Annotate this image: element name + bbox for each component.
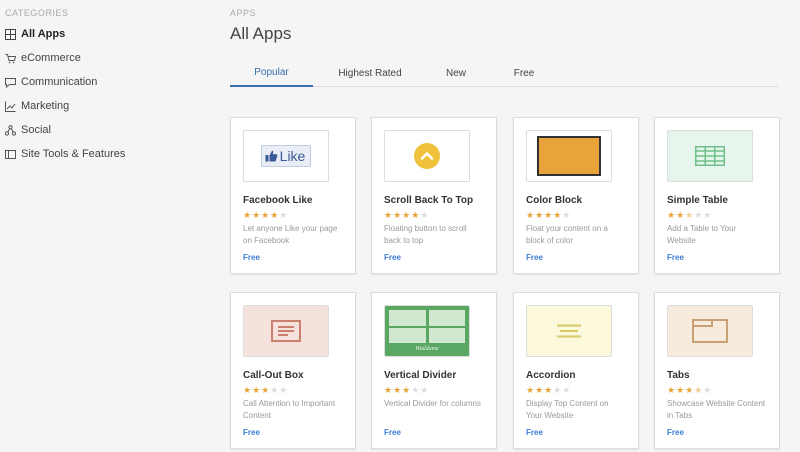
tab-popular[interactable]: Popular bbox=[230, 60, 313, 87]
app-card-accordion[interactable]: Accordion ★★★★★ Display Top Content on Y… bbox=[513, 292, 639, 449]
app-name: Vertical Divider bbox=[384, 370, 457, 381]
app-thumbnail: Like bbox=[243, 130, 329, 182]
cart-icon bbox=[5, 53, 16, 64]
share-icon bbox=[5, 124, 16, 136]
app-price: Free bbox=[243, 253, 260, 262]
app-name: Color Block bbox=[526, 195, 583, 206]
tabs-icon bbox=[692, 319, 728, 343]
grid-icon bbox=[5, 28, 16, 40]
app-name: Call-Out Box bbox=[243, 370, 304, 381]
tab-highest-rated[interactable]: Highest Rated bbox=[330, 60, 410, 87]
app-price: Free bbox=[526, 428, 543, 437]
rating-stars: ★★★★★ bbox=[243, 385, 289, 395]
rating-stars: ★★★★★ bbox=[526, 385, 572, 395]
app-name: Accordion bbox=[526, 370, 576, 381]
app-description: Add a Table to Your Website bbox=[667, 224, 737, 245]
app-price: Free bbox=[526, 253, 543, 262]
tab-new[interactable]: New bbox=[435, 60, 477, 87]
app-price: Free bbox=[384, 253, 401, 262]
app-card-vertical-divider[interactable]: Waddame Vertical Divider ★★★★★ Vertical … bbox=[371, 292, 497, 449]
rating-stars: ★★★★★ bbox=[667, 385, 713, 395]
app-thumbnail: Waddame bbox=[384, 305, 470, 357]
scroll-top-icon bbox=[414, 143, 440, 169]
app-description: Vertical Divider for columns bbox=[384, 399, 481, 408]
app-thumbnail bbox=[526, 305, 612, 357]
sidebar: CATEGORIES All Apps eCommerce Communicat… bbox=[0, 0, 205, 452]
sidebar-item-site-tools[interactable]: Site Tools & Features bbox=[5, 144, 125, 164]
app-card-simple-table[interactable]: Simple Table ★★★★★ Add a Table to Your W… bbox=[654, 117, 780, 274]
app-price: Free bbox=[243, 428, 260, 437]
app-thumbnail bbox=[526, 130, 612, 182]
app-card-facebook-like[interactable]: Like Facebook Like ★★★★★ Let anyone Like… bbox=[230, 117, 356, 274]
app-description: Display Top Content on Your Website bbox=[526, 399, 609, 420]
sidebar-item-ecommerce[interactable]: eCommerce bbox=[5, 48, 81, 68]
app-description: Let anyone Like your page on Facebook bbox=[243, 224, 338, 245]
sidebar-item-marketing[interactable]: Marketing bbox=[5, 96, 69, 116]
accordion-icon bbox=[557, 324, 581, 338]
sidebar-item-label: Marketing bbox=[21, 100, 70, 112]
tab-bar: Popular Highest Rated New Free bbox=[230, 60, 778, 87]
divider-icon bbox=[389, 310, 465, 343]
color-block-icon bbox=[537, 136, 601, 176]
app-description: Showcase Website Content in Tabs bbox=[667, 399, 766, 420]
categories-heading: CATEGORIES bbox=[5, 8, 69, 18]
app-card-call-out-box[interactable]: Call-Out Box ★★★★★ Call Attention to Imp… bbox=[230, 292, 356, 449]
app-description: Call Attention to Important Content bbox=[243, 399, 336, 420]
app-card-scroll-back-to-top[interactable]: Scroll Back To Top ★★★★★ Floating button… bbox=[371, 117, 497, 274]
chart-icon bbox=[5, 101, 16, 112]
app-card-tabs[interactable]: Tabs ★★★★★ Showcase Website Content in T… bbox=[654, 292, 780, 449]
thumb-label: Like bbox=[279, 148, 306, 164]
app-thumbnail bbox=[384, 130, 470, 182]
app-name: Facebook Like bbox=[243, 195, 313, 206]
app-description: Float your content on a block of color bbox=[526, 224, 608, 245]
sidebar-item-social[interactable]: Social bbox=[5, 120, 51, 140]
rating-stars: ★★★★★ bbox=[384, 210, 430, 220]
callout-icon bbox=[271, 320, 301, 342]
app-thumbnail bbox=[667, 130, 753, 182]
rating-stars: ★★★★★ bbox=[667, 210, 713, 220]
table-icon bbox=[695, 146, 725, 166]
app-description: Floating button to scroll back to top bbox=[384, 224, 467, 245]
facebook-like-icon: Like bbox=[260, 145, 312, 167]
sidebar-item-all-apps[interactable]: All Apps bbox=[5, 24, 65, 44]
thumb-label: Waddame bbox=[415, 346, 439, 352]
app-card-color-block[interactable]: Color Block ★★★★★ Float your content on … bbox=[513, 117, 639, 274]
app-name: Scroll Back To Top bbox=[384, 195, 474, 206]
breadcrumb: APPS bbox=[230, 8, 257, 18]
rating-stars: ★★★★★ bbox=[384, 385, 430, 395]
app-thumbnail bbox=[243, 305, 329, 357]
sidebar-item-label: All Apps bbox=[21, 28, 66, 40]
sidebar-item-label: eCommerce bbox=[21, 52, 81, 64]
rating-stars: ★★★★★ bbox=[526, 210, 572, 220]
chat-icon bbox=[5, 77, 16, 88]
app-name: Tabs bbox=[667, 370, 690, 381]
sidebar-item-label: Social bbox=[21, 124, 51, 136]
sidebar-item-communication[interactable]: Communication bbox=[5, 72, 97, 92]
sidebar-item-label: Site Tools & Features bbox=[21, 148, 126, 160]
app-price: Free bbox=[384, 428, 401, 437]
app-price: Free bbox=[667, 428, 684, 437]
app-price: Free bbox=[667, 253, 684, 262]
app-thumbnail bbox=[667, 305, 753, 357]
rating-stars: ★★★★★ bbox=[243, 210, 289, 220]
main-content: APPS All Apps Popular Highest Rated New … bbox=[230, 0, 800, 452]
app-name: Simple Table bbox=[667, 195, 728, 206]
tools-icon bbox=[5, 149, 16, 160]
tab-free[interactable]: Free bbox=[504, 60, 544, 87]
page-title: All Apps bbox=[230, 24, 292, 43]
sidebar-item-label: Communication bbox=[21, 76, 98, 88]
